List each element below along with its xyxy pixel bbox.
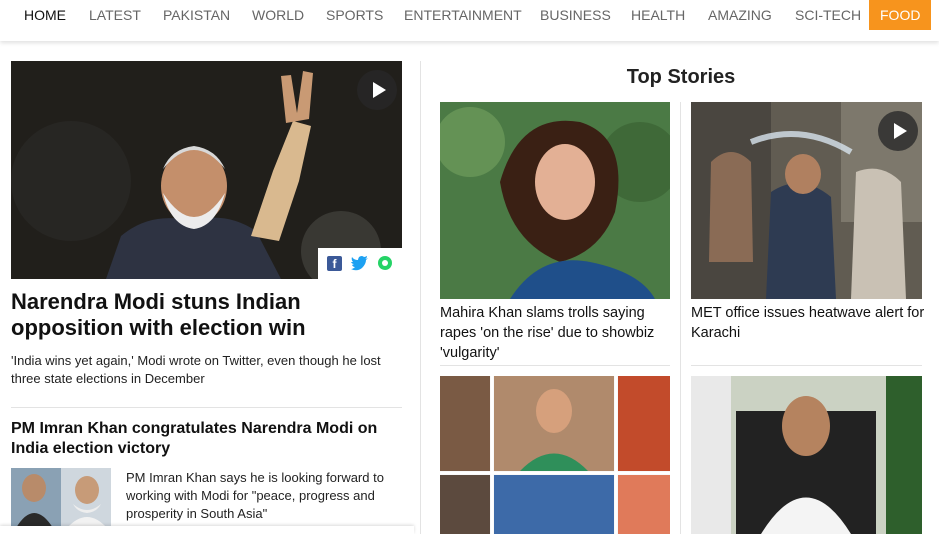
lead-headline[interactable]: Narendra Modi stuns Indian opposition wi…	[11, 289, 391, 341]
nav-world[interactable]: WORLD	[252, 0, 304, 30]
nav-food[interactable]: FOOD	[869, 0, 932, 30]
second-headline[interactable]: PM Imran Khan congratulates Narendra Mod…	[11, 419, 403, 459]
top-story-1-image[interactable]	[440, 102, 670, 299]
second-story-image[interactable]	[11, 468, 111, 528]
nav-amazing[interactable]: AMAZING	[708, 0, 772, 30]
row-divider-right	[691, 365, 922, 366]
top-story-1-photo-art	[440, 102, 670, 299]
nav-entertainment[interactable]: ENTERTAINMENT	[404, 0, 522, 30]
lead-story-image[interactable]: f	[11, 61, 402, 279]
top-story-2-headline[interactable]: MET office issues heatwave alert for Kar…	[691, 303, 926, 343]
nav-sci-tech[interactable]: SCI-TECH	[795, 0, 861, 30]
facebook-icon[interactable]: f	[327, 256, 342, 271]
second-excerpt: PM Imran Khan says he is looking forward…	[126, 470, 384, 521]
nav-pakistan[interactable]: PAKISTAN	[163, 0, 230, 30]
top-story-3-photo-art	[440, 376, 670, 534]
top-story-2-play-icon[interactable]	[878, 111, 918, 151]
column-divider	[420, 61, 421, 534]
whatsapp-icon[interactable]	[378, 256, 392, 270]
twitter-icon[interactable]	[351, 256, 368, 271]
nav-latest[interactable]: LATEST	[89, 0, 141, 30]
second-photo-art	[11, 468, 111, 528]
top-story-4-photo-art	[691, 376, 922, 534]
top-stories-title: Top Stories	[626, 66, 736, 88]
nav-sports[interactable]: SPORTS	[326, 0, 383, 30]
nav-home[interactable]: HOME	[24, 0, 66, 30]
divider	[11, 407, 402, 408]
row-divider-left	[440, 365, 670, 366]
lead-play-icon[interactable]	[357, 70, 397, 110]
nav-health[interactable]: HEALTH	[631, 0, 685, 30]
top-story-4-image[interactable]	[691, 376, 922, 534]
top-stories-divider	[680, 102, 681, 534]
nav-business[interactable]: BUSINESS	[540, 0, 611, 30]
bottom-popup-edge	[0, 526, 414, 534]
top-nav: HOME LATEST PAKISTAN WORLD SPORTS ENTERT…	[0, 0, 939, 41]
share-bar: f	[318, 248, 402, 279]
lead-excerpt: 'India wins yet again,' Modi wrote on Tw…	[11, 353, 381, 386]
top-story-1-headline[interactable]: Mahira Khan slams trolls saying rapes 'o…	[440, 303, 672, 363]
top-story-2-image[interactable]	[691, 102, 922, 299]
lead-photo-art	[11, 61, 402, 279]
top-story-3-image[interactable]	[440, 376, 670, 534]
